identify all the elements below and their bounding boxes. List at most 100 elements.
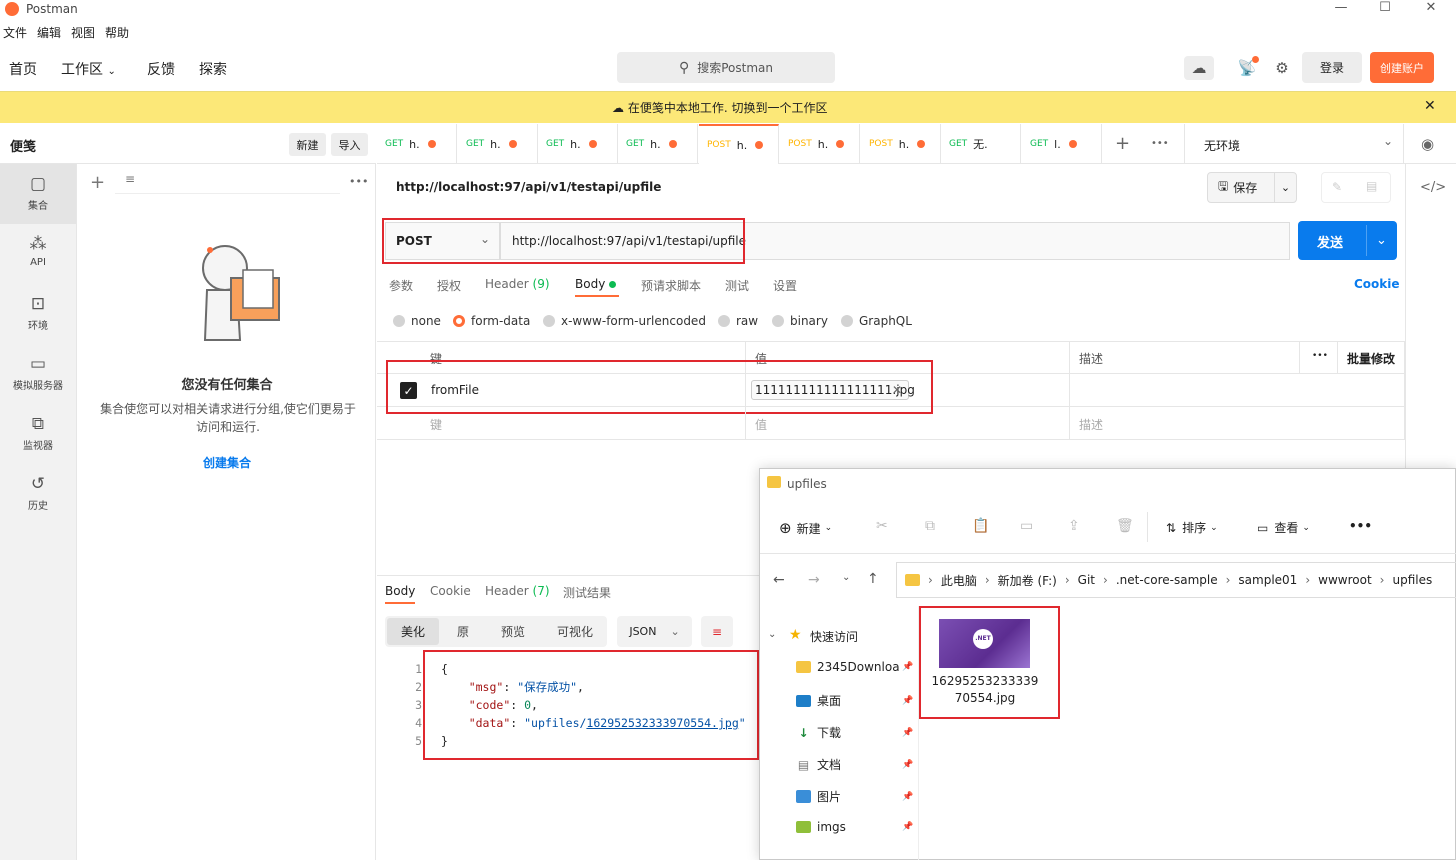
tree-item[interactable]: 桌面 📌 xyxy=(796,692,913,709)
request-tab[interactable]: POST h. xyxy=(780,124,860,164)
breadcrumb-item[interactable]: 此电脑 xyxy=(941,572,977,589)
request-tab[interactable]: GET h. xyxy=(458,124,538,164)
import-button[interactable]: 导入 xyxy=(331,133,368,156)
share-icon[interactable]: ⇪ xyxy=(1068,518,1080,534)
chevron-down-icon[interactable]: ⌄ xyxy=(1274,173,1296,202)
format-select[interactable]: JSON ⌄ xyxy=(617,616,692,647)
tab-body[interactable]: Body xyxy=(575,277,617,291)
code-icon[interactable]: </> xyxy=(1420,180,1446,195)
body-type-raw[interactable]: raw xyxy=(718,314,758,328)
view-preview-button[interactable]: 预览 xyxy=(490,618,536,645)
create-collection-link[interactable]: 创建集合 xyxy=(78,454,376,471)
request-name[interactable]: http://localhost:97/api/v1/testapi/upfil… xyxy=(396,180,661,194)
paste-icon[interactable]: 📋 xyxy=(972,518,989,534)
filter-input[interactable]: ≡ xyxy=(115,172,340,194)
sidebar-item-collections[interactable]: ▢ 集合 xyxy=(0,164,76,224)
tab-settings[interactable]: 设置 xyxy=(773,277,797,294)
request-tab[interactable]: GET h. xyxy=(618,124,698,164)
menu-help[interactable]: 帮助 xyxy=(105,24,129,41)
body-type-form-data[interactable]: form-data xyxy=(453,314,530,328)
sidebar-item-history[interactable]: ↺ 历史 xyxy=(0,464,76,524)
tree-item[interactable]: 图片 📌 xyxy=(796,788,913,805)
nav-home[interactable]: 首页 xyxy=(9,59,37,79)
settings-gear-icon[interactable]: ⚙ xyxy=(1269,56,1295,80)
key-placeholder[interactable]: 键 xyxy=(430,416,442,433)
view-visualize-button[interactable]: 可视化 xyxy=(548,618,602,645)
close-window-icon[interactable]: ✕ xyxy=(1408,0,1454,18)
response-tab-test-results[interactable]: 测试结果 xyxy=(563,584,611,601)
address-bar[interactable]: › 此电脑 › 新加卷 (F:) › Git › .net-core-sample › s… xyxy=(896,562,1456,598)
bulk-edit-button[interactable]: 批量修改 xyxy=(1338,341,1405,374)
body-type-graphql[interactable]: GraphQL xyxy=(841,314,912,328)
banner-switch-link[interactable]: 切换到一个工作区 xyxy=(731,101,827,115)
breadcrumb-item[interactable]: 新加卷 (F:) xyxy=(998,572,1057,589)
desc-placeholder[interactable]: 描述 xyxy=(1079,416,1103,433)
sort-button[interactable]: ⇅ 排序 ⌄ xyxy=(1166,519,1218,536)
new-button[interactable]: 新建 xyxy=(289,133,326,156)
maximize-icon[interactable]: ☐ xyxy=(1362,0,1408,18)
response-tab-body[interactable]: Body xyxy=(385,584,415,598)
new-tab-plus-icon[interactable]: + xyxy=(1115,133,1130,154)
cut-icon[interactable]: ✂ xyxy=(876,518,888,534)
copy-icon[interactable]: ⧉ xyxy=(925,518,935,534)
forward-arrow-icon[interactable]: → xyxy=(808,572,820,588)
wrap-lines-icon[interactable]: ≡ xyxy=(701,616,733,647)
request-tab[interactable]: GET h. xyxy=(377,124,457,164)
recent-chevron-icon[interactable]: ⌄ xyxy=(842,572,850,583)
explorer-new-button[interactable]: ⊕ 新建 ⌄ xyxy=(779,519,832,537)
request-tab[interactable]: GET l. xyxy=(1022,124,1102,164)
login-button[interactable]: 登录 xyxy=(1302,52,1362,83)
tree-item[interactable]: ↓ 下载 📌 xyxy=(796,724,913,741)
add-collection-icon[interactable]: + xyxy=(90,172,105,193)
tree-item[interactable]: 2345Downloa 📌 xyxy=(796,660,913,674)
breadcrumb-item[interactable]: Git xyxy=(1078,573,1095,587)
rename-icon[interactable]: ▭ xyxy=(1020,518,1033,534)
tab-auth[interactable]: 授权 xyxy=(437,277,461,294)
sidebar-item-mock-servers[interactable]: ▭ 模拟服务器 xyxy=(0,344,76,404)
explorer-more-icon[interactable]: ••• xyxy=(1349,519,1372,533)
view-pretty-button[interactable]: 美化 xyxy=(387,618,439,645)
response-tab-headers[interactable]: Header (7) xyxy=(485,584,550,598)
sidebar-item-monitors[interactable]: ⧉ 监视器 xyxy=(0,404,76,464)
chevron-down-icon[interactable]: ⌄ xyxy=(1366,225,1396,256)
table-more-icon[interactable]: ••• xyxy=(1300,341,1338,374)
request-tab-active[interactable]: POST h. xyxy=(699,124,779,164)
up-arrow-icon[interactable]: ↑ xyxy=(867,571,879,587)
tab-params[interactable]: 参数 xyxy=(389,277,413,294)
back-arrow-icon[interactable]: ← xyxy=(773,572,785,588)
quick-access[interactable]: 快速访问 xyxy=(810,628,858,645)
minimize-icon[interactable]: — xyxy=(1318,0,1364,18)
body-type-binary[interactable]: binary xyxy=(772,314,828,328)
tree-item[interactable]: imgs 📌 xyxy=(796,820,913,834)
document-icon[interactable]: ▤ xyxy=(1366,179,1377,193)
expand-chevron-icon[interactable]: ⌄ xyxy=(768,629,776,640)
nav-feedback[interactable]: 反馈 xyxy=(147,59,175,79)
breadcrumb-item[interactable]: wwwroot xyxy=(1318,573,1372,587)
nav-explore[interactable]: 探索 xyxy=(199,59,227,79)
nav-workspace[interactable]: 工作区 ⌄ xyxy=(61,59,116,79)
sidebar-item-environments[interactable]: ⊡ 环境 xyxy=(0,284,76,344)
table-row-desc-cell[interactable] xyxy=(1070,374,1405,407)
more-options-icon[interactable]: ••• xyxy=(349,175,368,188)
menu-edit[interactable]: 编辑 xyxy=(37,24,61,41)
send-button[interactable]: 发送 ⌄ xyxy=(1298,221,1397,260)
tree-item[interactable]: ▤ 文档 📌 xyxy=(796,756,913,773)
cookies-link[interactable]: Cookie xyxy=(1354,277,1400,291)
request-tab[interactable]: GET h. xyxy=(538,124,618,164)
response-tab-cookie[interactable]: Cookie xyxy=(430,584,471,598)
tab-headers[interactable]: Header (9) xyxy=(485,277,550,291)
menu-file[interactable]: 文件 xyxy=(3,24,27,41)
breadcrumb-item[interactable]: sample01 xyxy=(1238,573,1297,587)
body-type-none[interactable]: none xyxy=(393,314,441,328)
body-type-urlencoded[interactable]: x-www-form-urlencoded xyxy=(543,314,706,328)
pencil-icon[interactable]: ✎ xyxy=(1332,180,1342,194)
tab-more-icon[interactable]: ••• xyxy=(1151,138,1169,149)
eye-icon[interactable]: ◉ xyxy=(1421,135,1434,153)
delete-icon[interactable]: 🗑 xyxy=(1116,518,1134,534)
banner-close-icon[interactable]: ✕ xyxy=(1424,98,1436,114)
view-button[interactable]: ▭ 查看 ⌄ xyxy=(1257,519,1310,536)
cloud-sync-icon[interactable]: ☁ xyxy=(1184,56,1214,80)
search-bar[interactable]: ⚲ 搜索Postman xyxy=(617,52,835,83)
menu-view[interactable]: 视图 xyxy=(71,24,95,41)
tab-pre-request-script[interactable]: 预请求脚本 xyxy=(641,277,701,294)
